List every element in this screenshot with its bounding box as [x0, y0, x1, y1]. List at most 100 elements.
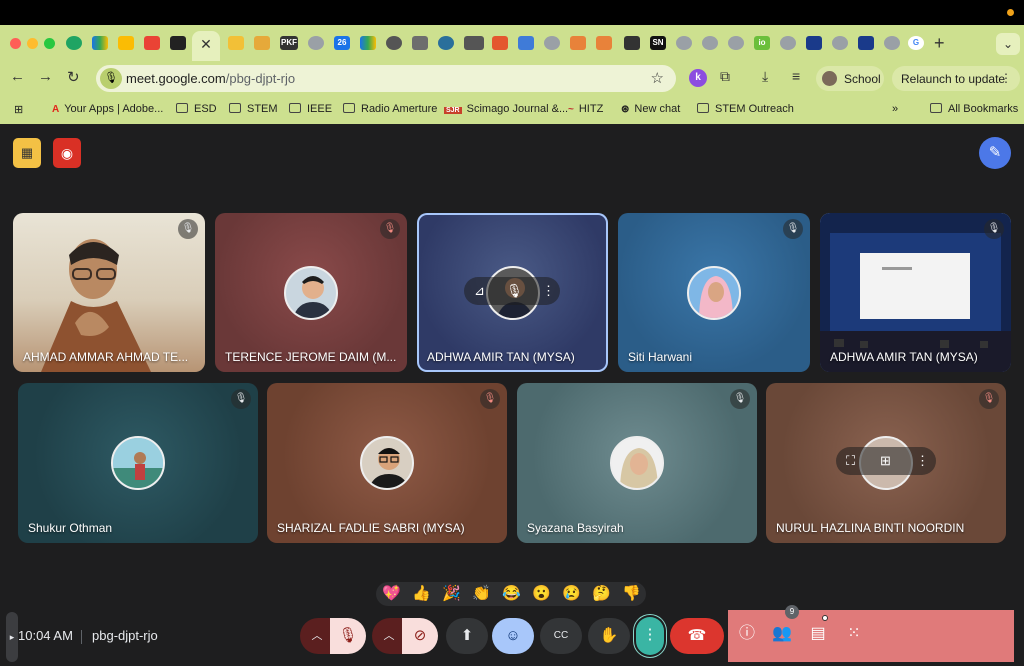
tab-icon-gmail[interactable] — [144, 36, 160, 50]
captions-button[interactable]: CC — [540, 618, 582, 654]
tab-icon-site[interactable] — [624, 36, 640, 50]
effects-wand-icon[interactable]: ✎ — [979, 137, 1011, 169]
minimize-window-icon[interactable] — [27, 38, 38, 49]
tab-icon-drive[interactable] — [360, 36, 376, 50]
more-bookmarks-icon[interactable]: » — [892, 103, 898, 115]
reactions-button[interactable]: ☺ — [492, 618, 534, 654]
reaction-thumbs-up[interactable]: 👍 — [412, 584, 431, 604]
participant-tile[interactable]: 🎙 ADHWA AMIR TAN (MYSA) — [820, 213, 1011, 372]
media-control-icon[interactable]: ≡ — [792, 68, 800, 84]
tab-icon-calendar[interactable]: 26 — [334, 36, 350, 50]
tab-search-icon[interactable]: ⌄ — [996, 33, 1020, 55]
bookmark-esd[interactable]: ESD — [176, 103, 217, 115]
bookmark-radio[interactable]: Radio Amerture — [343, 103, 437, 115]
participant-tile[interactable]: 🎙 Shukur Othman — [18, 383, 258, 543]
tab-icon-doc[interactable] — [412, 36, 428, 50]
tab-icon-slides[interactable] — [254, 36, 270, 50]
reaction-thinking[interactable]: 🤔 — [592, 584, 611, 604]
people-icon[interactable]: 👥 — [771, 623, 793, 645]
reaction-sad[interactable]: 😢 — [562, 584, 581, 604]
tab-icon-globe[interactable] — [702, 36, 718, 50]
bookmark-scimago[interactable]: SJR Scimago Journal &... — [444, 103, 568, 115]
tab-icon-drive[interactable] — [92, 36, 108, 50]
apps-grid-icon[interactable]: ⊞ — [14, 103, 23, 116]
reload-icon[interactable]: ↻ — [67, 68, 80, 86]
tab-icon-globe[interactable] — [728, 36, 744, 50]
bookmark-all[interactable]: All Bookmarks — [930, 103, 1018, 115]
tab-icon-slides[interactable] — [118, 36, 134, 50]
reaction-party[interactable]: 🎉 — [442, 584, 461, 604]
tab-icon-site[interactable] — [492, 36, 508, 50]
add-to-frame-icon[interactable]: ⊞ — [880, 447, 891, 475]
tab-icon-etsy[interactable] — [570, 36, 586, 50]
tab-icon-site[interactable] — [518, 36, 534, 50]
tab-icon-sn[interactable]: SN — [650, 36, 666, 50]
bookmark-new-chat[interactable]: ⊛ New chat — [621, 103, 680, 115]
info-icon[interactable]: ⓘ — [736, 623, 758, 645]
profile-button[interactable]: School — [816, 66, 884, 91]
audio-options-chevron-icon[interactable]: ︿ — [300, 618, 334, 654]
raise-hand-button[interactable]: ✋ — [588, 618, 630, 654]
tab-icon-etsy[interactable] — [596, 36, 612, 50]
tab-icon-globe[interactable] — [308, 36, 324, 50]
bookmark-stem-outreach[interactable]: STEM Outreach — [697, 103, 794, 115]
forward-icon[interactable]: → — [38, 68, 53, 85]
tab-icon-site[interactable] — [858, 36, 874, 50]
tab-icon-google[interactable]: G — [908, 36, 924, 50]
more-vert-icon[interactable]: ⋮ — [542, 277, 555, 305]
more-options-button[interactable]: ⋮ — [636, 617, 664, 655]
tab-icon-globe[interactable] — [676, 36, 692, 50]
tab-icon-app[interactable] — [170, 36, 186, 50]
participant-tile[interactable]: ⊿ 🎙 ⋮ ADHWA AMIR TAN (MYSA) — [417, 213, 608, 372]
microphone-icon[interactable]: 🎙 — [100, 68, 122, 89]
reaction-laugh[interactable]: 😂 — [502, 584, 521, 604]
download-icon[interactable]: ⤓ — [762, 68, 768, 85]
reaction-clap[interactable]: 👏 — [472, 584, 491, 604]
back-icon[interactable]: ← — [10, 68, 25, 85]
more-vert-icon[interactable]: ⋮ — [1000, 71, 1012, 85]
tab-icon-io[interactable]: io — [754, 36, 770, 50]
maximize-window-icon[interactable] — [44, 38, 55, 49]
bookmark-adobe[interactable]: A Your Apps | Adobe... — [52, 103, 163, 115]
participant-tile[interactable]: 🎙 Syazana Basyirah — [517, 383, 757, 543]
present-screen-button[interactable]: ⬆ — [446, 618, 488, 654]
side-panel-handle[interactable]: ▸ — [6, 612, 18, 662]
tab-icon-site[interactable] — [806, 36, 822, 50]
close-window-icon[interactable] — [10, 38, 21, 49]
url-text[interactable]: meet.google.com/pbg-djpt-rjo — [126, 71, 295, 86]
tab-icon-globe[interactable] — [832, 36, 848, 50]
reaction-thumbs-down[interactable]: 👎 — [622, 584, 641, 604]
reaction-surprised[interactable]: 😮 — [532, 584, 551, 604]
tab-icon-openai[interactable] — [386, 36, 402, 50]
meeting-code[interactable]: pbg-djpt-rjo — [92, 628, 158, 643]
tab-icon-slides[interactable] — [228, 36, 244, 50]
tab-icon-site[interactable] — [464, 36, 484, 50]
new-tab-icon[interactable]: + — [934, 33, 945, 54]
tab-icon-globe[interactable] — [780, 36, 796, 50]
pin-icon[interactable]: ⊿ — [474, 277, 485, 305]
participant-tile[interactable]: 🎙 Siti Harwani — [618, 213, 810, 372]
bookmark-hitz[interactable]: ~ HITZ — [568, 103, 603, 115]
frame-icon[interactable]: ⛶ — [846, 447, 855, 475]
tab-icon-globe[interactable] — [884, 36, 900, 50]
participant-tile[interactable]: 🎙 SHARIZAL FADLIE SABRI (MYSA) — [267, 383, 507, 543]
address-bar[interactable]: 🎙 meet.google.com/pbg-djpt-rjo ☆ — [96, 65, 676, 92]
more-vert-icon[interactable]: ⋮ — [916, 447, 929, 475]
bookmark-ieee[interactable]: IEEE — [289, 103, 332, 115]
participant-tile[interactable]: ⛶ ⊞ ⋮ 🎙 NURUL HAZLINA BINTI NOORDIN — [766, 383, 1006, 543]
active-tab[interactable]: ✕ — [192, 31, 220, 61]
mic-off-button[interactable]: 🎙 — [330, 618, 366, 654]
tab-icon-pkf[interactable]: PKF — [280, 36, 298, 50]
participant-tile[interactable]: 🎙 TERENCE JEROME DAIM (M... — [215, 213, 407, 372]
tab-icon-globe[interactable] — [544, 36, 560, 50]
bookmark-star-icon[interactable]: ☆ — [651, 69, 664, 87]
activities-icon[interactable]: ⁙ — [843, 623, 865, 645]
tab-icon-settings[interactable] — [438, 36, 454, 50]
close-icon[interactable]: ✕ — [200, 36, 212, 52]
relaunch-button[interactable]: Relaunch to update ⋮ — [892, 66, 1020, 91]
tab-icon-whatsapp[interactable] — [66, 36, 82, 50]
participant-tile[interactable]: 🎙 AHMAD AMMAR AHMAD TE... — [13, 213, 205, 372]
microphone-icon[interactable]: 🎙 — [506, 277, 523, 305]
extensions-icon[interactable]: ⧉ — [720, 68, 730, 85]
chat-icon[interactable]: ▤ — [807, 623, 829, 645]
